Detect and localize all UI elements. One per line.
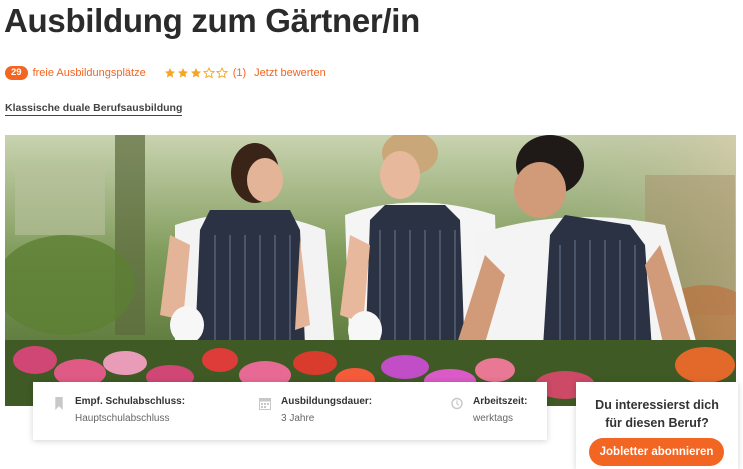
jobletter-subscribe-button[interactable]: Jobletter abonnieren — [589, 438, 724, 466]
rate-now-link[interactable]: Jetzt bewerten — [254, 67, 326, 79]
free-places-link[interactable]: freie Ausbildungsplätze — [33, 67, 146, 79]
jobletter-cta-card: Du interessierst dich für diesen Beruf? … — [576, 382, 738, 469]
meta-row: 29 freie Ausbildungsplätze (1) Jetzt bew… — [5, 66, 326, 80]
fact-value: Hauptschulabschluss — [75, 413, 170, 424]
cta-line-1: Du interessierst dich — [595, 398, 719, 412]
hero-image — [5, 135, 736, 406]
training-type-link[interactable]: Klassische duale Berufsausbildung — [5, 102, 183, 116]
star-empty-icon — [202, 67, 215, 79]
clock-icon — [451, 397, 463, 410]
free-places-count-badge: 29 — [5, 66, 28, 80]
fact-label: Arbeitszeit: — [473, 396, 528, 407]
rating-count: (1) — [232, 67, 247, 79]
fact-value: werktags — [473, 413, 514, 424]
bookmark-icon — [55, 397, 63, 410]
star-filled-icon — [164, 68, 175, 78]
cta-line-2: für diesen Beruf? — [605, 416, 709, 430]
facts-card: Empf. Schulabschluss: Hauptschulabschlus… — [33, 382, 547, 440]
star-empty-icon — [215, 67, 228, 79]
gardeners-photo — [5, 135, 736, 406]
fact-label: Ausbildungsdauer: — [281, 396, 373, 407]
page-title: Ausbildung zum Gärtner/in — [4, 2, 421, 39]
star-filled-icon — [190, 68, 201, 78]
cta-text: Du interessierst dich für diesen Beruf? — [576, 396, 738, 432]
fact-value: 3 Jahre — [281, 413, 315, 424]
rating-stars[interactable] — [164, 67, 229, 79]
star-filled-icon — [177, 68, 188, 78]
calendar-icon — [259, 398, 271, 410]
fact-label: Empf. Schulabschluss: — [75, 396, 186, 407]
